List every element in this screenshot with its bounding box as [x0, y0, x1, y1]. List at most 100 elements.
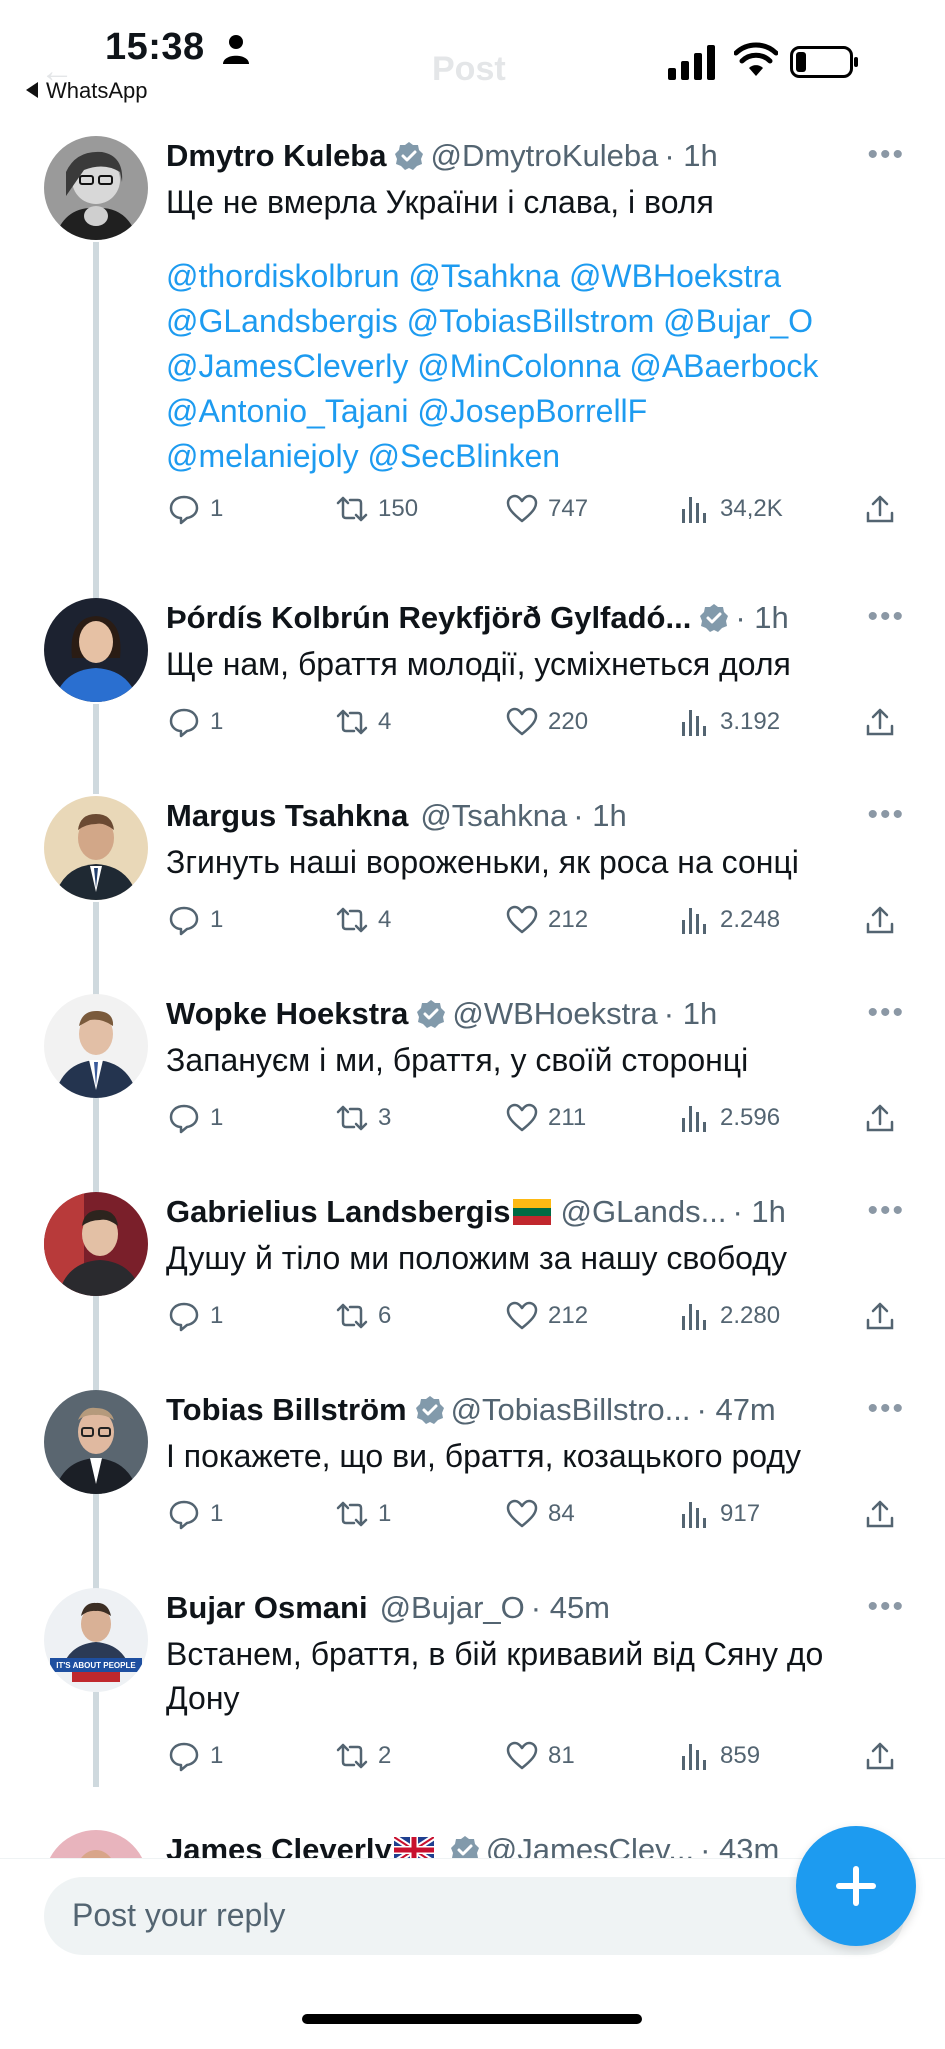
reply-count: 1 [210, 1500, 224, 1527]
views-button[interactable]: 2.248 [678, 904, 780, 936]
share-button[interactable] [864, 1740, 906, 1772]
views-count: 3.192 [720, 708, 781, 735]
author-handle[interactable]: @Bujar_O [380, 1588, 525, 1628]
author-handle[interactable]: @Tsahkna [420, 796, 567, 836]
like-button[interactable]: 747 [506, 493, 588, 525]
avatar[interactable] [44, 136, 148, 240]
repost-button[interactable]: 150 [336, 493, 418, 525]
author-name[interactable]: Tobias Billström [166, 1390, 407, 1430]
views-button[interactable]: 34,2K [678, 493, 783, 525]
post-text: Ще не вмерла України і слава, і воля [166, 184, 714, 220]
thread-connector [93, 1098, 99, 1193]
mention-line[interactable]: @thordiskolbrun @Tsahkna @WBHoekstra [166, 254, 905, 299]
more-options-icon[interactable]: ••• [867, 798, 905, 832]
avatar-photo: IT'S ABOUT PEOPLE [44, 1588, 148, 1692]
repost-button[interactable]: 3 [336, 1102, 391, 1134]
repost-button[interactable]: 6 [336, 1300, 391, 1332]
avatar[interactable] [44, 994, 148, 1098]
like-button[interactable]: 212 [506, 1300, 588, 1332]
author-name[interactable]: Gabrielius Landsbergis [166, 1192, 511, 1232]
mention-line[interactable]: @melaniejoly @SecBlinken [166, 434, 905, 479]
reply-button[interactable]: 1 [168, 1102, 223, 1134]
reply-button[interactable]: 1 [168, 706, 223, 738]
author-handle[interactable]: @DmytroKuleba [430, 136, 658, 176]
reply-count: 1 [210, 495, 224, 522]
thread-connector [93, 1692, 99, 1787]
author-name[interactable]: Wopke Hoekstra [166, 994, 408, 1034]
author-handle[interactable]: @TobiasBillstro... [451, 1390, 691, 1430]
more-options-icon[interactable]: ••• [867, 1590, 905, 1624]
share-button[interactable] [864, 1102, 906, 1134]
reply-button[interactable]: 1 [168, 493, 223, 525]
repost-button[interactable]: 4 [336, 706, 391, 738]
repost-button[interactable]: 4 [336, 904, 391, 936]
post-time[interactable]: · 1h [664, 136, 717, 176]
repost-count: 4 [378, 906, 392, 933]
like-button[interactable]: 211 [506, 1102, 586, 1134]
share-button[interactable] [864, 706, 906, 738]
post-time[interactable]: · 45m [531, 1588, 610, 1628]
more-options-icon[interactable]: ••• [867, 600, 905, 634]
views-icon [682, 1106, 706, 1132]
mention-line[interactable]: @Antonio_Tajani @JosepBorrellF [166, 389, 905, 434]
avatar[interactable] [44, 1192, 148, 1296]
views-button[interactable]: 2.280 [678, 1300, 780, 1332]
signal-icon [668, 45, 715, 80]
like-button[interactable]: 81 [506, 1740, 575, 1772]
author-name[interactable]: Bujar Osmani [166, 1588, 368, 1628]
avatar[interactable] [44, 796, 148, 900]
reply-button[interactable]: 1 [168, 1300, 223, 1332]
author-handle[interactable]: @WBHoekstra [452, 994, 657, 1034]
share-button[interactable] [864, 493, 906, 525]
avatar[interactable]: IT'S ABOUT PEOPLE [44, 1588, 148, 1692]
repost-icon [336, 709, 368, 735]
repost-icon [336, 1303, 368, 1329]
mention-line[interactable]: @JamesCleverly @MinColonna @ABaerbock [166, 344, 905, 389]
reply-button[interactable]: 1 [168, 904, 223, 936]
reply-button[interactable]: 1 [168, 1740, 223, 1772]
share-button[interactable] [864, 904, 906, 936]
author-handle[interactable]: @GLands... [561, 1192, 727, 1232]
views-count: 34,2K [720, 495, 783, 522]
post-time[interactable]: · 47m [697, 1390, 776, 1430]
repost-button[interactable]: 1 [336, 1498, 391, 1530]
share-button[interactable] [864, 1300, 906, 1332]
compose-button[interactable] [796, 1826, 916, 1946]
post-time[interactable]: · 1h [732, 1192, 785, 1232]
post-time[interactable]: · 1h [664, 994, 717, 1034]
reply-icon [169, 1500, 199, 1530]
post-mentions[interactable]: @thordiskolbrun @Tsahkna @WBHoekstra @GL… [166, 254, 905, 479]
repost-button[interactable]: 2 [336, 1740, 391, 1772]
views-button[interactable]: 917 [678, 1498, 760, 1530]
reply-button[interactable]: 1 [168, 1498, 223, 1530]
post-time[interactable]: · 1h [573, 796, 626, 836]
more-options-icon[interactable]: ••• [867, 138, 905, 172]
views-button[interactable]: 3.192 [678, 706, 780, 738]
author-name[interactable]: Dmytro Kuleba [166, 136, 386, 176]
share-button[interactable] [864, 1498, 906, 1530]
mention-line[interactable]: @GLandsbergis @TobiasBillstrom @Bujar_O [166, 299, 905, 344]
reply-input[interactable]: Post your reply [44, 1877, 904, 1955]
views-button[interactable]: 859 [678, 1740, 760, 1772]
author-name[interactable]: Þórdís Kolbrún Reykfjörð Gylfadó... [166, 598, 691, 638]
more-options-icon[interactable]: ••• [867, 1194, 905, 1228]
more-options-icon[interactable]: ••• [867, 996, 905, 1030]
like-button[interactable]: 220 [506, 706, 588, 738]
verified-badge-icon [700, 604, 729, 632]
status-bar: 15:38 WhatsApp ← Post [0, 0, 945, 110]
avatar[interactable] [44, 1390, 148, 1494]
avatar[interactable] [44, 598, 148, 702]
post-time[interactable]: · 1h [735, 598, 788, 638]
share-icon [866, 495, 894, 523]
home-indicator[interactable] [302, 2014, 642, 2024]
views-button[interactable]: 2.596 [678, 1102, 780, 1134]
post-actions: 1 6 212 2.280 [166, 1300, 905, 1340]
like-button[interactable]: 84 [506, 1498, 575, 1530]
more-options-icon[interactable]: ••• [867, 1392, 905, 1426]
back-arrow-icon[interactable]: ← [40, 52, 74, 91]
like-button[interactable]: 212 [506, 904, 588, 936]
like-count: 220 [548, 708, 589, 735]
post-text: Запануєм і ми, браття, у своїй сторонці [166, 1042, 749, 1078]
author-name[interactable]: Margus Tsahkna [166, 796, 408, 836]
verified-badge-icon [395, 142, 424, 170]
